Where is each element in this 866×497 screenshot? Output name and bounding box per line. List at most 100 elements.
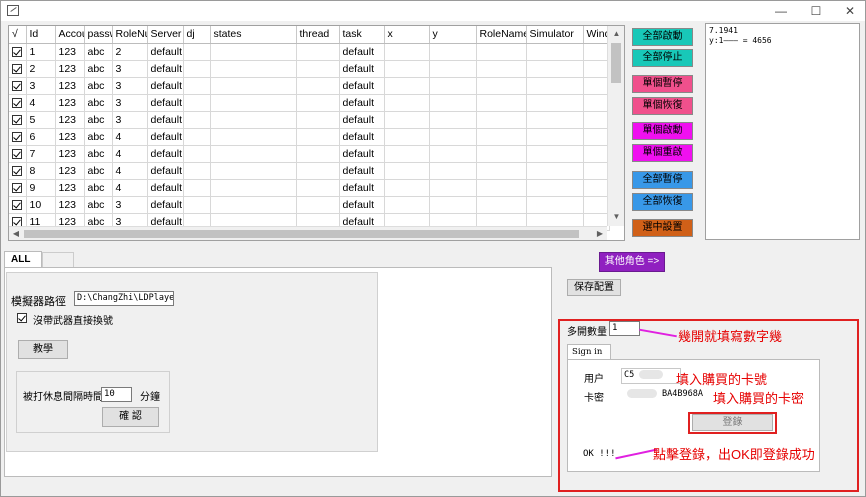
column-header[interactable]: task [339, 26, 385, 44]
table-cell[interactable] [526, 77, 584, 95]
table-cell[interactable] [429, 128, 477, 146]
table-cell[interactable] [183, 128, 211, 146]
table-cell[interactable] [183, 196, 211, 214]
table-cell[interactable]: 2 [112, 43, 148, 61]
column-header[interactable]: √ [9, 26, 27, 44]
confirm-button[interactable]: 確 認 [102, 407, 159, 427]
table-cell[interactable]: 123 [55, 94, 85, 112]
column-header[interactable]: RoleNu [112, 26, 148, 44]
table-cell[interactable] [183, 43, 211, 61]
table-row[interactable]: 6 123 abc 4 default default [9, 128, 610, 146]
table-cell[interactable]: default [147, 162, 184, 180]
table-cell[interactable] [429, 43, 477, 61]
table-cell[interactable]: 123 [55, 196, 85, 214]
resume-one-button[interactable]: 單個恢復 [632, 97, 693, 115]
table-cell[interactable] [296, 145, 340, 163]
table-cell[interactable] [183, 77, 211, 95]
table-cell[interactable] [183, 162, 211, 180]
table-cell[interactable]: abc [84, 128, 113, 146]
scroll-right-icon[interactable]: ▶ [593, 227, 607, 240]
password-input[interactable]: BA4B968A [621, 387, 706, 403]
column-header[interactable]: Simulator [526, 26, 584, 44]
save-config-button[interactable]: 保存配置 [567, 279, 621, 296]
table-row[interactable]: 2 123 abc 3 default default [9, 60, 610, 78]
table-cell[interactable] [384, 77, 430, 95]
table-cell[interactable] [296, 77, 340, 95]
table-cell[interactable]: 123 [55, 162, 85, 180]
table-cell[interactable]: default [339, 77, 385, 95]
table-cell[interactable]: 3 [26, 77, 56, 95]
table-row[interactable]: 10 123 abc 3 default default [9, 196, 610, 214]
table-cell[interactable] [296, 111, 340, 129]
rest-interval-input[interactable]: 10 [101, 387, 132, 402]
table-cell[interactable] [583, 179, 610, 197]
table-cell[interactable]: default [147, 77, 184, 95]
close-button[interactable]: ✕ [835, 3, 865, 19]
table-cell[interactable] [183, 179, 211, 197]
table-cell[interactable] [183, 94, 211, 112]
row-checkbox[interactable] [12, 182, 22, 193]
table-cell[interactable]: 4 [112, 179, 148, 197]
row-checkbox[interactable] [12, 97, 22, 108]
column-header[interactable]: x [384, 26, 430, 44]
column-header[interactable]: states [210, 26, 297, 44]
table-cell[interactable] [210, 196, 297, 214]
row-checkbox[interactable] [12, 63, 22, 74]
row-checkbox[interactable] [12, 165, 22, 176]
row-checkbox[interactable] [12, 46, 22, 57]
table-cell[interactable]: default [339, 128, 385, 146]
table-cell[interactable]: default [147, 94, 184, 112]
table-cell[interactable] [384, 60, 430, 78]
table-cell[interactable]: 4 [26, 94, 56, 112]
table-cell[interactable] [476, 94, 527, 112]
start-one-button[interactable]: 單個啟動 [632, 122, 693, 140]
column-header[interactable]: dj [183, 26, 211, 44]
scroll-thumb[interactable] [611, 43, 621, 83]
restart-one-button[interactable]: 單個重啟 [632, 144, 693, 162]
table-cell[interactable] [9, 111, 27, 129]
table-cell[interactable] [384, 43, 430, 61]
table-cell[interactable] [9, 196, 27, 214]
table-cell[interactable] [296, 128, 340, 146]
table-cell[interactable]: default [339, 111, 385, 129]
table-cell[interactable] [526, 94, 584, 112]
table-cell[interactable] [476, 179, 527, 197]
table-cell[interactable] [476, 77, 527, 95]
table-row[interactable]: 1 123 abc 2 default default [9, 43, 610, 61]
table-cell[interactable] [583, 60, 610, 78]
table-cell[interactable] [296, 179, 340, 197]
start-all-button[interactable]: 全部啟動 [632, 28, 693, 46]
table-cell[interactable] [9, 162, 27, 180]
column-header[interactable]: Server [147, 26, 184, 44]
table-cell[interactable]: 8 [26, 162, 56, 180]
table-cell[interactable] [429, 111, 477, 129]
table-cell[interactable]: default [339, 196, 385, 214]
table-cell[interactable] [9, 94, 27, 112]
table-row[interactable]: 9 123 abc 4 default default [9, 179, 610, 197]
table-cell[interactable]: default [147, 111, 184, 129]
table-cell[interactable] [526, 145, 584, 163]
table-cell[interactable] [210, 77, 297, 95]
table-cell[interactable] [526, 196, 584, 214]
table-cell[interactable]: 2 [26, 60, 56, 78]
resume-all-button[interactable]: 全部恢復 [632, 193, 693, 211]
table-row[interactable]: 7 123 abc 4 default default [9, 145, 610, 163]
tab-blank[interactable] [42, 252, 74, 268]
table-cell[interactable] [210, 60, 297, 78]
table-cell[interactable]: 3 [112, 111, 148, 129]
pause-one-button[interactable]: 單個暫停 [632, 75, 693, 93]
table-cell[interactable] [583, 196, 610, 214]
table-cell[interactable] [296, 60, 340, 78]
table-cell[interactable] [210, 162, 297, 180]
table-cell[interactable]: default [339, 94, 385, 112]
table-cell[interactable]: default [147, 128, 184, 146]
table-cell[interactable]: default [147, 179, 184, 197]
table-cell[interactable] [583, 128, 610, 146]
table-cell[interactable]: default [339, 145, 385, 163]
scroll-down-icon[interactable]: ▼ [608, 209, 624, 225]
table-cell[interactable] [183, 60, 211, 78]
table-cell[interactable] [9, 60, 27, 78]
table-cell[interactable]: 3 [112, 94, 148, 112]
table-cell[interactable]: abc [84, 94, 113, 112]
table-cell[interactable]: 4 [112, 128, 148, 146]
